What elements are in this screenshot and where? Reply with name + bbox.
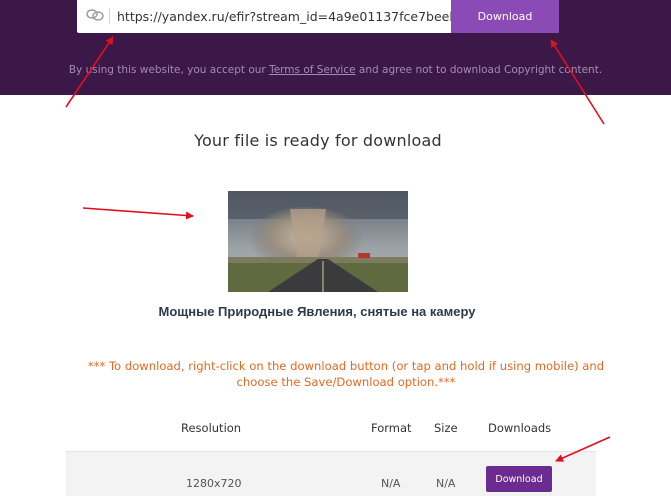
cell-size: N/A <box>436 477 456 490</box>
cell-resolution: 1280x720 <box>186 477 242 490</box>
terms-of-service-link[interactable]: Terms of Service <box>269 64 356 76</box>
video-title: Мощные Природные Явления, снятые на каме… <box>158 304 476 319</box>
terms-notice: By using this website, you accept our Te… <box>0 64 671 76</box>
row-download-button[interactable]: Download <box>486 466 552 492</box>
link-icon <box>86 9 104 21</box>
download-instructions: *** To download, right-click on the down… <box>87 359 605 389</box>
terms-suffix: and agree not to download Copyright cont… <box>355 64 603 76</box>
video-thumbnail <box>228 191 408 292</box>
column-header-downloads: Downloads <box>488 421 552 435</box>
page-title: Your file is ready for download <box>194 131 442 150</box>
column-header-resolution: Resolution <box>181 421 242 435</box>
download-button[interactable]: Download <box>451 0 559 33</box>
terms-prefix: By using this website, you accept our <box>68 64 270 76</box>
header-bar: https://yandex.ru/efir?stream_id=4a9e011… <box>0 0 671 95</box>
column-header-format: Format <box>371 421 412 435</box>
url-input[interactable]: https://yandex.ru/efir?stream_id=4a9e011… <box>117 7 451 27</box>
cell-format: N/A <box>381 477 401 490</box>
url-input-bar[interactable]: https://yandex.ru/efir?stream_id=4a9e011… <box>77 0 559 33</box>
url-separator <box>109 8 110 24</box>
column-header-size: Size <box>434 421 458 435</box>
arrow-to-thumbnail <box>82 207 194 220</box>
